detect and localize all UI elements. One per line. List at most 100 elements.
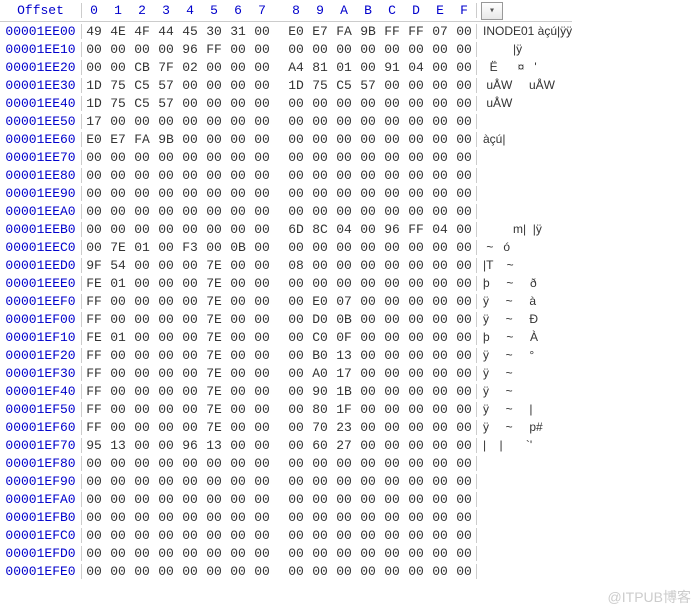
- hex-byte[interactable]: 13: [332, 348, 356, 363]
- hex-byte[interactable]: 00: [106, 510, 130, 525]
- hex-byte[interactable]: 00: [308, 474, 332, 489]
- hex-byte[interactable]: 00: [356, 366, 380, 381]
- hex-byte[interactable]: 8C: [308, 222, 332, 237]
- hex-byte[interactable]: 00: [226, 42, 250, 57]
- hex-byte[interactable]: 00: [428, 186, 452, 201]
- hex-byte[interactable]: 00: [154, 456, 178, 471]
- hex-byte[interactable]: 00: [226, 528, 250, 543]
- table-row[interactable]: 00001EEC0007E0100F3000B00000000000000000…: [0, 238, 572, 256]
- hex-byte[interactable]: 00: [332, 564, 356, 579]
- hex-byte[interactable]: 00: [428, 474, 452, 489]
- hex-byte[interactable]: 00: [308, 186, 332, 201]
- offset-cell[interactable]: 00001EE10: [0, 42, 82, 57]
- hex-byte[interactable]: 00: [178, 528, 202, 543]
- hex-byte[interactable]: 00: [452, 294, 476, 309]
- hex-byte[interactable]: 00: [130, 42, 154, 57]
- hex-byte[interactable]: 23: [332, 420, 356, 435]
- hex-byte[interactable]: 00: [226, 510, 250, 525]
- hex-byte[interactable]: 00: [380, 204, 404, 219]
- hex-byte[interactable]: 00: [452, 96, 476, 111]
- hex-byte[interactable]: 00: [404, 492, 428, 507]
- hex-byte[interactable]: 00: [130, 222, 154, 237]
- hex-byte[interactable]: 80: [308, 402, 332, 417]
- offset-cell[interactable]: 00001EF50: [0, 402, 82, 417]
- hex-byte[interactable]: 00: [380, 294, 404, 309]
- hex-byte[interactable]: 00: [226, 564, 250, 579]
- hex-byte[interactable]: CB: [130, 60, 154, 75]
- hex-byte[interactable]: 00: [332, 132, 356, 147]
- hex-byte[interactable]: 00: [154, 276, 178, 291]
- hex-byte[interactable]: 00: [428, 276, 452, 291]
- hex-byte[interactable]: 54: [106, 258, 130, 273]
- hex-byte[interactable]: 00: [226, 276, 250, 291]
- hex-byte[interactable]: 00: [428, 348, 452, 363]
- hex-byte[interactable]: 00: [428, 240, 452, 255]
- hex-byte[interactable]: 00: [284, 132, 308, 147]
- hex-byte[interactable]: 1F: [332, 402, 356, 417]
- hex-byte[interactable]: 00: [404, 456, 428, 471]
- hex-byte[interactable]: C5: [130, 96, 154, 111]
- hex-byte[interactable]: 7E: [202, 402, 226, 417]
- hex-byte[interactable]: 00: [332, 276, 356, 291]
- ascii-cell[interactable]: ÿ ~ Ð: [477, 312, 538, 326]
- hex-byte[interactable]: 00: [308, 564, 332, 579]
- hex-byte[interactable]: 00: [250, 348, 274, 363]
- hex-byte[interactable]: 00: [154, 150, 178, 165]
- hex-byte[interactable]: FF: [82, 366, 106, 381]
- table-row[interactable]: 00001EE501700000000000000000000000000000…: [0, 112, 572, 130]
- hex-byte[interactable]: 00: [356, 222, 380, 237]
- hex-byte[interactable]: 00: [178, 204, 202, 219]
- hex-byte[interactable]: 00: [178, 474, 202, 489]
- hex-byte[interactable]: 00: [356, 474, 380, 489]
- hex-byte[interactable]: 00: [178, 150, 202, 165]
- hex-byte[interactable]: 17: [332, 366, 356, 381]
- hex-byte[interactable]: 00: [380, 420, 404, 435]
- hex-byte[interactable]: 00: [154, 240, 178, 255]
- offset-cell[interactable]: 00001EF90: [0, 474, 82, 489]
- hex-byte[interactable]: 00: [178, 366, 202, 381]
- hex-byte[interactable]: 00: [130, 492, 154, 507]
- hex-byte[interactable]: 75: [106, 78, 130, 93]
- hex-byte[interactable]: 00: [284, 294, 308, 309]
- hex-byte[interactable]: 95: [82, 438, 106, 453]
- hex-byte[interactable]: 57: [356, 78, 380, 93]
- hex-byte[interactable]: 00: [154, 330, 178, 345]
- hex-byte[interactable]: 00: [404, 330, 428, 345]
- hex-byte[interactable]: 07: [332, 294, 356, 309]
- hex-byte[interactable]: 00: [332, 204, 356, 219]
- hex-byte[interactable]: 81: [308, 60, 332, 75]
- hex-byte[interactable]: 00: [452, 312, 476, 327]
- hex-byte[interactable]: 00: [250, 384, 274, 399]
- hex-byte[interactable]: 00: [404, 132, 428, 147]
- hex-byte[interactable]: 00: [250, 474, 274, 489]
- hex-byte[interactable]: 00: [226, 546, 250, 561]
- hex-byte[interactable]: FF: [82, 384, 106, 399]
- hex-byte[interactable]: 00: [380, 132, 404, 147]
- hex-byte[interactable]: 00: [356, 348, 380, 363]
- hex-byte[interactable]: 00: [82, 168, 106, 183]
- hex-byte[interactable]: 00: [404, 348, 428, 363]
- hex-byte[interactable]: 00: [82, 240, 106, 255]
- hex-byte[interactable]: 00: [226, 150, 250, 165]
- hex-byte[interactable]: 00: [106, 528, 130, 543]
- hex-byte[interactable]: 00: [82, 60, 106, 75]
- hex-byte[interactable]: FF: [82, 312, 106, 327]
- hex-byte[interactable]: 04: [404, 60, 428, 75]
- hex-byte[interactable]: 44: [154, 24, 178, 39]
- hex-byte[interactable]: A4: [284, 60, 308, 75]
- ascii-cell[interactable]: àçú|: [477, 132, 505, 146]
- hex-byte[interactable]: 00: [130, 312, 154, 327]
- hex-byte[interactable]: 49: [82, 24, 106, 39]
- hex-byte[interactable]: 00: [130, 186, 154, 201]
- hex-byte[interactable]: 00: [250, 42, 274, 57]
- hex-byte[interactable]: 00: [452, 42, 476, 57]
- hex-byte[interactable]: 00: [106, 564, 130, 579]
- hex-byte[interactable]: 00: [178, 402, 202, 417]
- hex-byte[interactable]: 04: [428, 222, 452, 237]
- hex-byte[interactable]: 00: [82, 528, 106, 543]
- table-row[interactable]: 00001EED09F540000007E0000080000000000000…: [0, 256, 572, 274]
- hex-byte[interactable]: 1B: [332, 384, 356, 399]
- hex-byte[interactable]: 00: [452, 168, 476, 183]
- hex-byte[interactable]: 00: [250, 456, 274, 471]
- hex-byte[interactable]: 00: [178, 132, 202, 147]
